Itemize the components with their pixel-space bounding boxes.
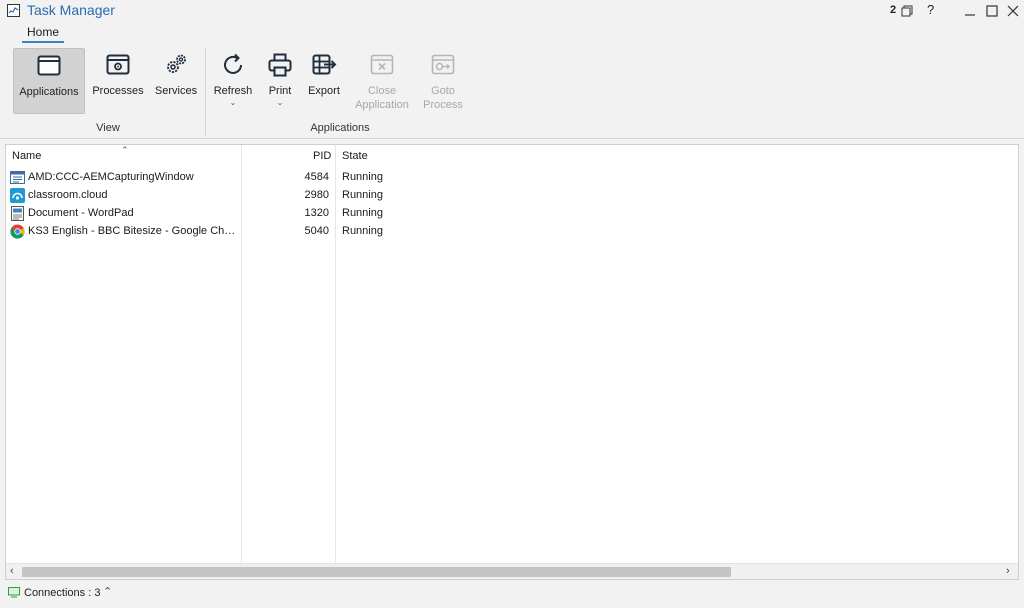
applications-button[interactable]: Applications [13,48,85,114]
goto-process-label-line1: Goto [431,85,455,97]
scroll-left-icon[interactable]: ‹ [10,565,14,577]
row-state: Running [342,189,383,201]
session-count: 2 [890,4,897,16]
title-bar: Task Manager 2 ? [0,0,1024,22]
refresh-icon [224,53,242,74]
applications-label: Applications [19,86,79,98]
goto-process-label-line2: Process [423,99,463,111]
column-header-pid[interactable]: PID [313,150,331,162]
ribbon: Applications Processes Services View Ref… [0,43,1024,139]
export-button[interactable]: Export [304,48,344,114]
restore-windows-icon[interactable] [899,3,915,19]
column-header-state[interactable]: State [342,150,368,162]
refresh-button[interactable]: Refresh ⌄ [212,48,254,114]
row-name: AMD:CCC-AEMCapturingWindow [28,171,194,183]
gears-icon [167,54,186,73]
ribbon-divider [205,47,206,135]
close-window-icon [370,54,394,75]
table-row[interactable]: AMD:CCC-AEMCapturingWindow 4584 Running [6,169,1006,187]
group-label-applications: Applications [310,122,370,134]
window-app-icon [10,171,25,184]
row-pid: 5040 [304,225,329,237]
table-row[interactable]: classroom.cloud 2980 Running [6,187,1006,205]
minimize-icon[interactable] [962,3,978,19]
process-window-icon [106,54,130,75]
task-manager-icon [7,4,20,17]
row-pid: 4584 [304,171,329,183]
row-name: KS3 English - BBC Bitesize - Google Chro… [28,225,238,237]
row-pid: 1320 [304,207,329,219]
row-name: classroom.cloud [28,189,108,201]
table-row[interactable]: Document - WordPad 1320 Running [6,205,1006,223]
application-window-icon [37,55,61,76]
row-name: Document - WordPad [28,207,134,219]
sort-ascending-icon: ⌃ [121,145,129,155]
scrollbar-thumb[interactable] [22,567,731,577]
services-button[interactable]: Services [153,48,199,114]
services-label: Services [154,85,198,97]
row-pid: 2980 [304,189,329,201]
help-button[interactable]: ? [927,2,934,17]
close-application-label-line1: Close [367,85,397,97]
goto-process-icon [431,54,455,75]
group-label-view: View [96,122,120,134]
refresh-dropdown-icon[interactable]: ⌄ [230,99,237,107]
print-label: Print [268,85,292,97]
scroll-right-icon[interactable]: › [1006,565,1010,577]
connections-status: Connections : 3 [24,587,101,599]
print-button[interactable]: Print ⌄ [262,48,298,114]
table-row[interactable]: KS3 English - BBC Bitesize - Google Chro… [6,223,1006,241]
window-title: Task Manager [27,2,115,18]
export-label: Export [308,85,340,97]
chevron-up-icon[interactable]: ⌃ [103,585,112,598]
maximize-icon[interactable] [984,3,1000,19]
classroom-cloud-icon [10,188,25,203]
export-table-icon [312,54,337,75]
column-header-name[interactable]: Name [12,150,41,162]
row-state: Running [342,225,383,237]
monitor-icon [8,587,20,598]
processes-label: Processes [92,85,144,97]
wordpad-icon [11,206,24,221]
row-state: Running [342,171,383,183]
close-application-label-line2: Application [355,99,409,111]
horizontal-scrollbar[interactable]: ‹ › [6,563,1018,579]
tab-home[interactable]: Home [22,25,64,43]
print-dropdown-icon[interactable]: ⌄ [277,99,284,107]
applications-list[interactable]: ⌃ Name PID State AMD:CCC-AEMCapturingWin… [5,144,1019,580]
chrome-icon [10,224,25,239]
refresh-label: Refresh [213,85,253,97]
close-application-button[interactable]: Close Application [352,48,412,114]
row-state: Running [342,207,383,219]
processes-button[interactable]: Processes [92,48,144,114]
printer-icon [268,53,292,77]
goto-process-button[interactable]: Goto Process [418,48,468,114]
status-bar: Connections : 3 ⌃ [0,584,1024,608]
close-icon[interactable] [1005,3,1021,19]
